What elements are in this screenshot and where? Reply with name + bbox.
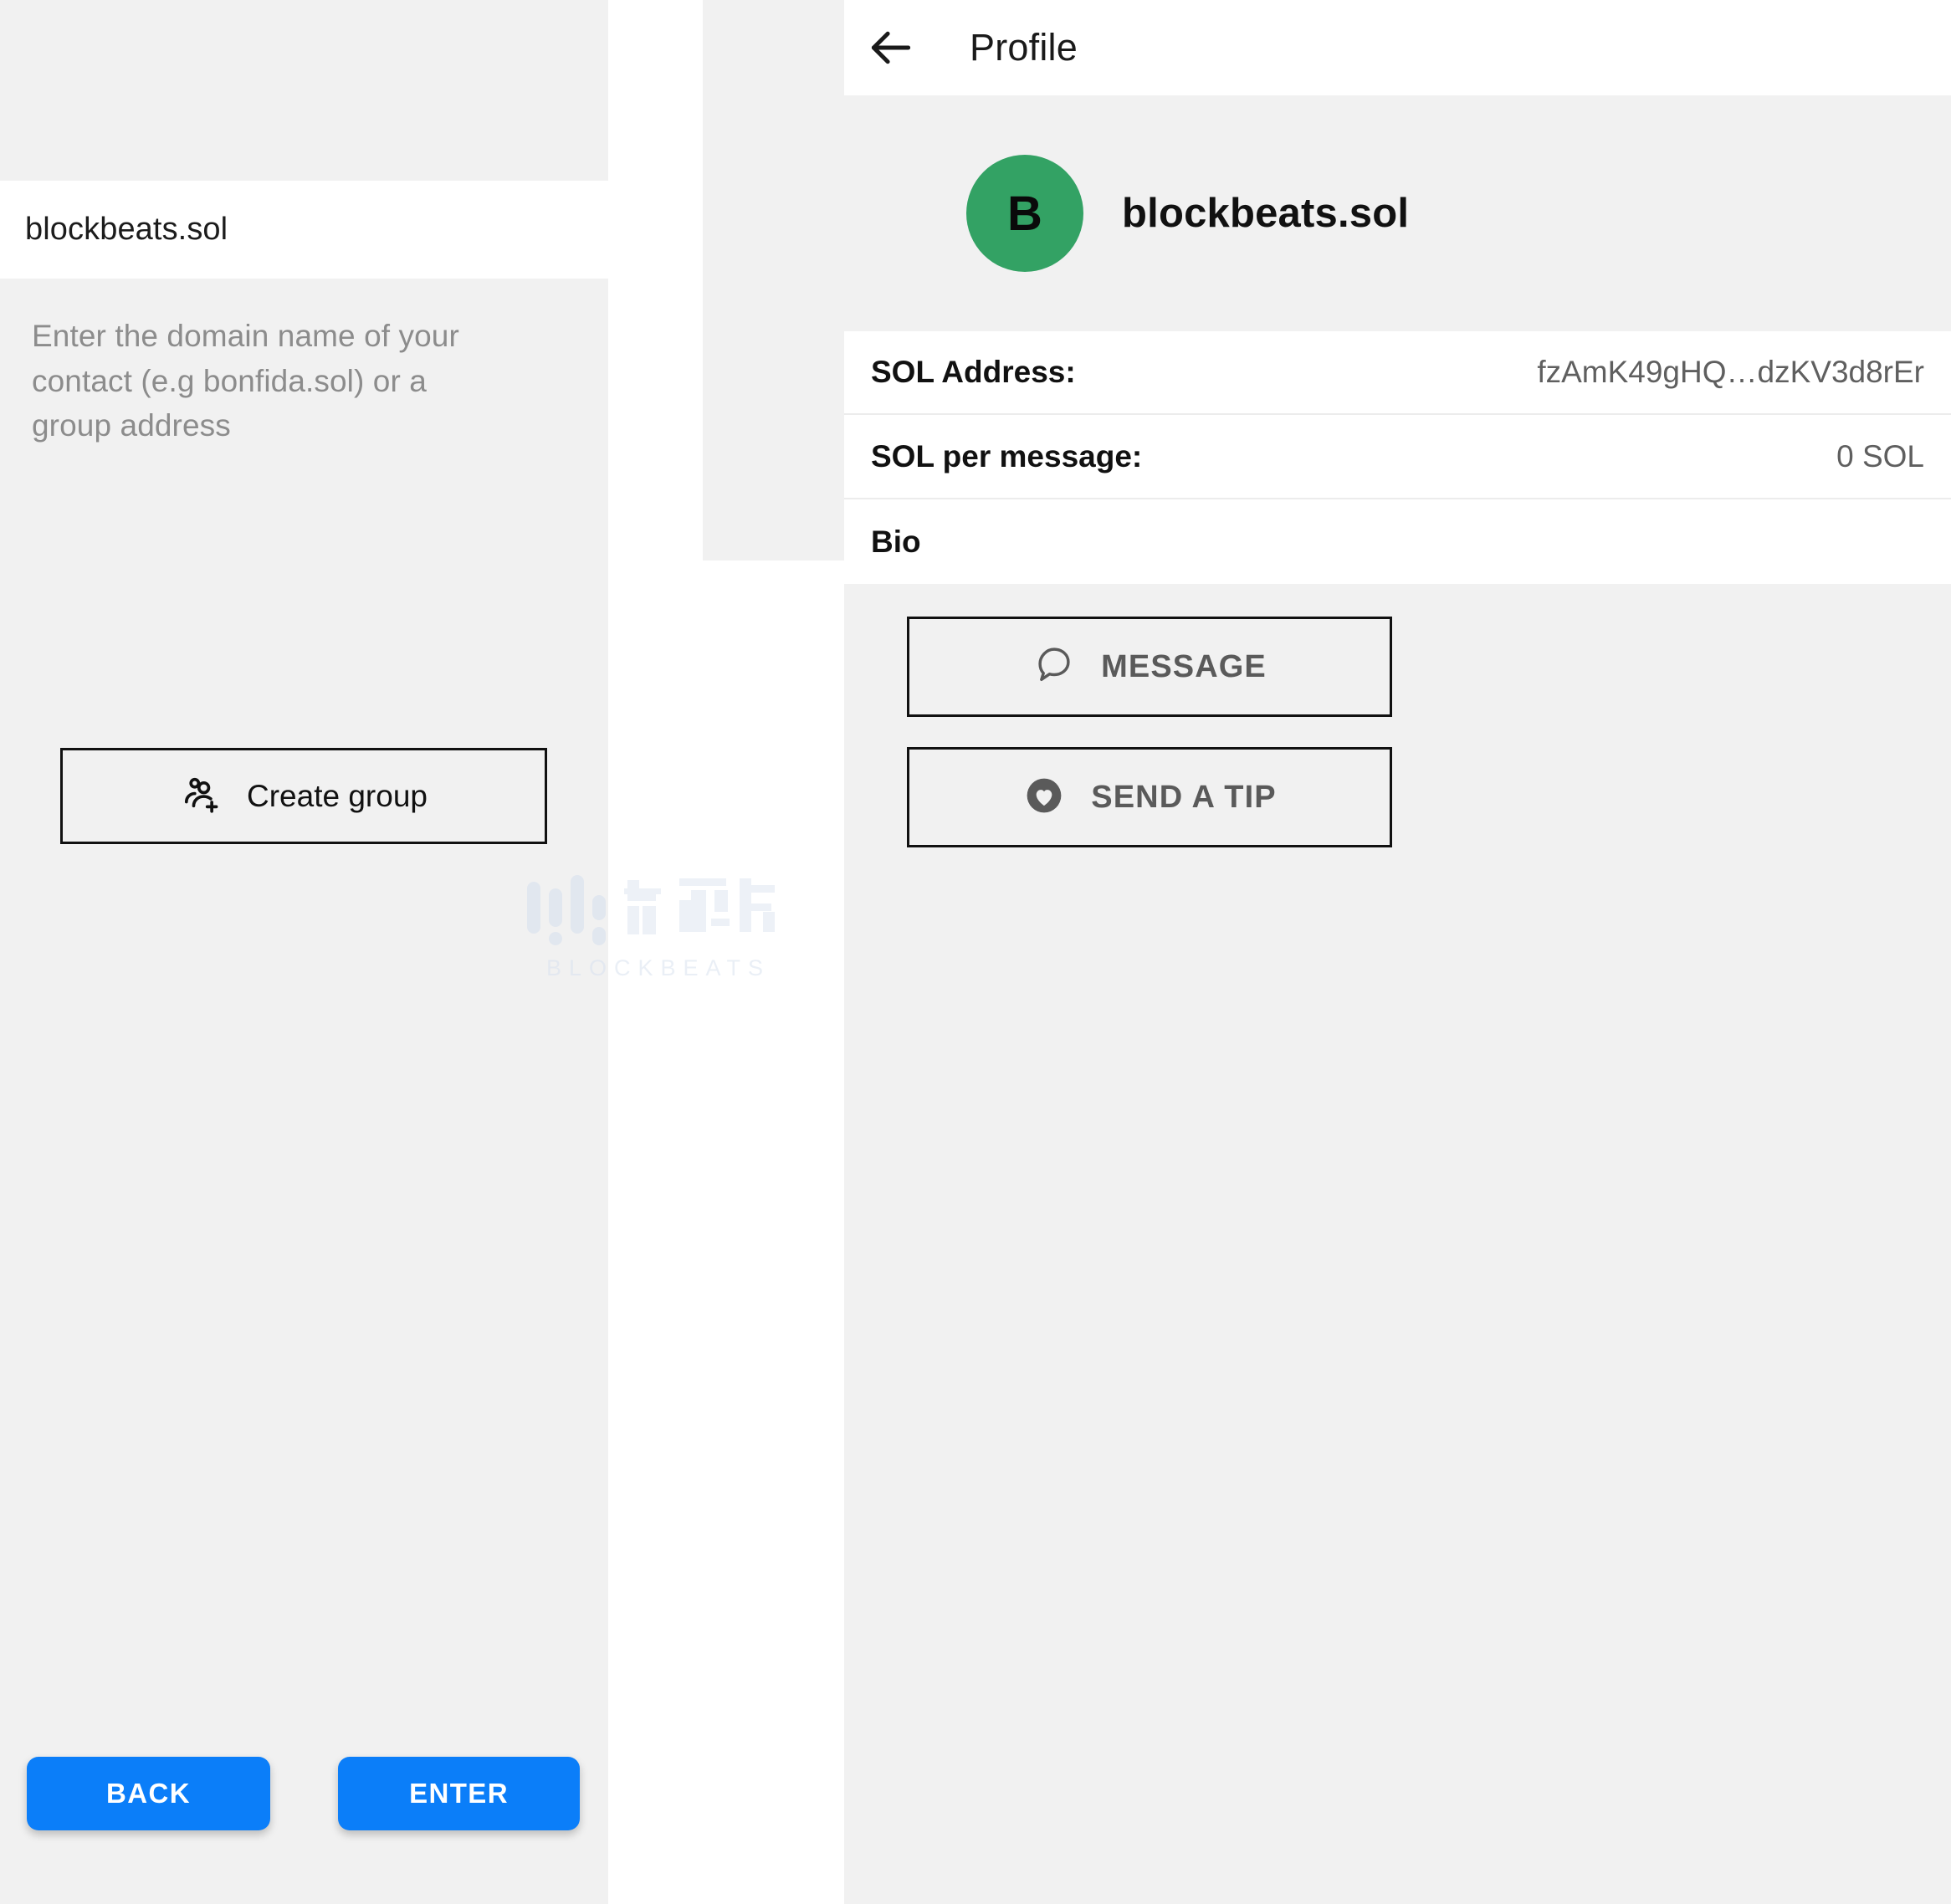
chat-bubble-icon (1032, 643, 1076, 691)
info-value-sol-per-message: 0 SOL (1836, 439, 1924, 473)
profile-header-card: B blockbeats.sol (844, 95, 1951, 331)
domain-hint-text: Enter the domain name of your contact (e… (32, 319, 459, 443)
profile-appbar: Profile (844, 0, 1951, 95)
left-panel-body: Enter the domain name of your contact (e… (0, 279, 608, 1904)
create-group-label: Create group (247, 778, 428, 813)
info-row-sol-address: SOL Address: fzAmK49gHQ…dzKV3d8rEr (844, 331, 1951, 415)
right-panel-left-gutter (703, 0, 844, 560)
info-row-sol-per-message: SOL per message: 0 SOL (844, 416, 1951, 499)
group-add-icon (180, 772, 223, 820)
send-tip-button-label: SEND A TIP (1091, 779, 1277, 815)
enter-button[interactable]: ENTER (338, 1757, 580, 1830)
screenshot-root: blockbeats.sol Enter the domain name of … (0, 0, 1951, 1904)
left-panel-top-spacer (0, 0, 608, 181)
send-tip-button[interactable]: SEND A TIP (907, 747, 1392, 847)
heart-circle-icon (1022, 774, 1066, 821)
info-row-bio: Bio (844, 500, 1951, 584)
left-panel-new-chat: blockbeats.sol Enter the domain name of … (0, 0, 608, 1904)
right-panel-profile: Profile B blockbeats.sol SOL Address: fz… (703, 0, 1951, 1904)
left-panel-footer: BACK ENTER (0, 1740, 608, 1904)
create-group-button[interactable]: Create group (60, 748, 547, 844)
info-label-sol-per-message: SOL per message: (871, 439, 1143, 473)
message-button-label: MESSAGE (1101, 648, 1267, 684)
message-button[interactable]: MESSAGE (907, 617, 1392, 717)
profile-actions: MESSAGE SEND A TIP (844, 584, 1951, 1904)
avatar: B (966, 155, 1083, 272)
panel-divider-gap (608, 0, 703, 1904)
page-title: Profile (970, 26, 1078, 69)
profile-name: blockbeats.sol (1122, 191, 1410, 236)
search-result-label: blockbeats.sol (25, 212, 228, 247)
search-result-item[interactable]: blockbeats.sol (0, 181, 608, 279)
profile-screen: Profile B blockbeats.sol SOL Address: fz… (844, 0, 1951, 1904)
arrow-left-icon[interactable] (861, 18, 921, 78)
info-value-sol-address: fzAmK49gHQ…dzKV3d8rEr (1537, 355, 1924, 389)
info-label-sol-address: SOL Address: (871, 355, 1076, 389)
back-button[interactable]: BACK (27, 1757, 270, 1830)
info-label-bio: Bio (871, 525, 921, 559)
